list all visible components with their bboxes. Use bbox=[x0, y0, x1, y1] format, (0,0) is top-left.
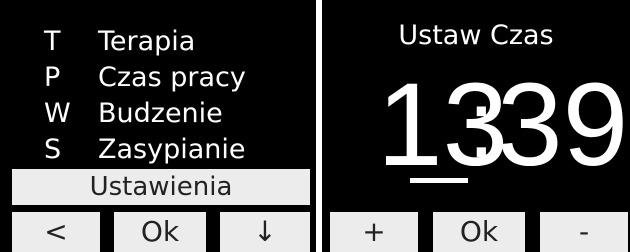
menu-item-budzenie[interactable]: W Budzenie bbox=[0, 96, 316, 132]
time-separator: : bbox=[468, 71, 495, 178]
down-arrow-button[interactable]: ↓ bbox=[220, 212, 310, 252]
increment-button[interactable]: + bbox=[330, 212, 418, 252]
edit-cursor bbox=[410, 178, 468, 183]
back-button[interactable]: < bbox=[12, 212, 100, 252]
minutes-value[interactable]: 39 bbox=[497, 60, 628, 190]
ok-button[interactable]: Ok bbox=[114, 212, 206, 252]
screen-title: Ustaw Czas bbox=[398, 20, 554, 51]
ok-button[interactable]: Ok bbox=[433, 212, 525, 252]
menu-item-czas-pracy[interactable]: P Czas pracy bbox=[0, 60, 316, 96]
menu-label: Czas pracy bbox=[98, 62, 246, 93]
set-time-screen: Ustaw Czas 13 : 39 + Ok - bbox=[322, 0, 630, 252]
menu-item-terapia[interactable]: T Terapia bbox=[0, 24, 316, 60]
menu-item-zasypianie[interactable]: S Zasypianie bbox=[0, 132, 316, 168]
menu-key: W bbox=[44, 98, 71, 129]
menu-key: P bbox=[44, 62, 61, 93]
menu-item-ustawienia-selected[interactable]: Ustawienia bbox=[12, 169, 310, 205]
menu-screen: T Terapia P Czas pracy W Budzenie S Zasy… bbox=[0, 0, 316, 252]
menu-key: T bbox=[44, 26, 61, 57]
menu-label: Zasypianie bbox=[98, 134, 246, 165]
menu-label: Budzenie bbox=[98, 98, 223, 129]
decrement-button[interactable]: - bbox=[540, 212, 628, 252]
menu-label: Terapia bbox=[98, 26, 196, 57]
menu-key: S bbox=[44, 134, 62, 165]
